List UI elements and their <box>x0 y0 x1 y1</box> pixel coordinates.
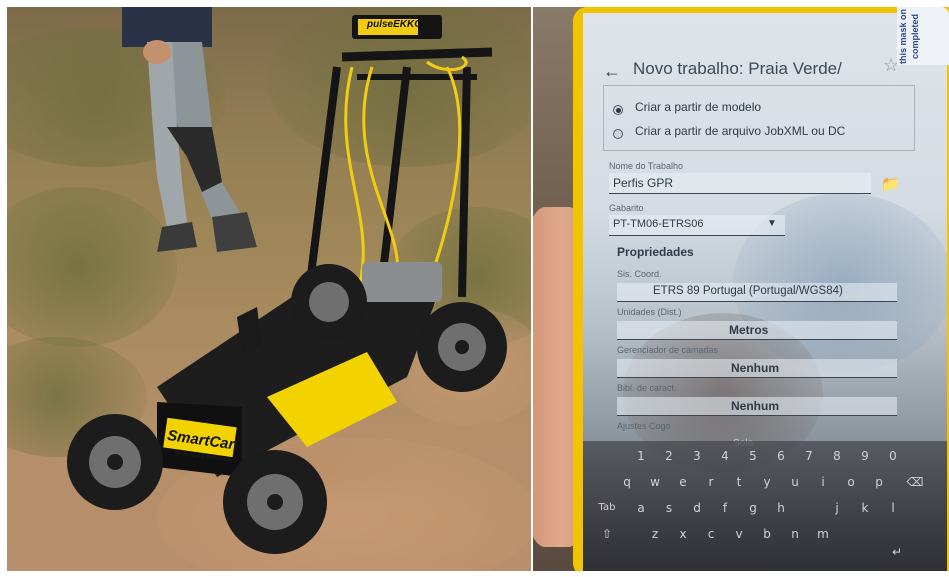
coord-sys-value: ETRS 89 Portugal (Portugal/WGS84) <box>653 285 843 297</box>
on-screen-keyboard: 1 2 3 4 5 6 7 8 9 0 q w e r t y u i o p … <box>583 441 947 571</box>
folder-add-icon[interactable]: 📁 <box>881 175 900 193</box>
radio-from-jobxml[interactable] <box>613 129 623 139</box>
chevron-down-icon: ▼ <box>767 218 777 229</box>
key[interactable]: i <box>809 471 837 493</box>
key[interactable]: v <box>725 523 753 545</box>
key[interactable]: k <box>851 497 879 519</box>
layers-label: Gerenciador de camadas <box>617 345 719 355</box>
key[interactable]: c <box>697 523 725 545</box>
back-arrow-icon[interactable]: ← <box>603 61 621 82</box>
key[interactable]: u <box>781 471 809 493</box>
key[interactable]: 1 <box>627 445 655 467</box>
template-label: Gabarito <box>609 203 644 213</box>
radio-from-template[interactable] <box>613 105 623 115</box>
feature-library-label: Bibl. de caract. <box>617 383 677 393</box>
key[interactable]: o <box>837 471 865 493</box>
template-select[interactable]: PT-TM06-ETRS06 ▼ <box>609 215 785 236</box>
key[interactable]: 3 <box>683 445 711 467</box>
key[interactable]: b <box>753 523 781 545</box>
units-field[interactable]: Metros <box>617 321 897 340</box>
key[interactable]: 4 <box>711 445 739 467</box>
units-label: Unidades (Dist.) <box>617 307 682 317</box>
key[interactable]: a <box>627 497 655 519</box>
key[interactable]: s <box>655 497 683 519</box>
key[interactable]: 8 <box>823 445 851 467</box>
layers-field[interactable]: Nenhum <box>617 359 897 378</box>
job-name-value: Perfis GPR <box>613 176 674 190</box>
key[interactable]: 6 <box>767 445 795 467</box>
mask-notice-badge: this mask on completed <box>897 7 949 65</box>
key[interactable]: j <box>823 497 851 519</box>
key[interactable]: z <box>641 523 669 545</box>
key[interactable]: f <box>711 497 739 519</box>
gpr-cart-photo: pulseEKKO SmartCart by Sensors & Softwar… <box>7 7 531 571</box>
backspace-icon[interactable]: ⌫ <box>901 471 929 493</box>
key[interactable]: l <box>879 497 907 519</box>
key[interactable]: t <box>725 471 753 493</box>
key[interactable]: m <box>809 523 837 545</box>
option-from-template-label[interactable]: Criar a partir de modelo <box>635 100 761 114</box>
device-screen: ← Novo trabalho: Praia Verde/ ☆ Criar a … <box>583 13 947 571</box>
pulseekko-logo-text: pulseEKKO <box>367 19 423 30</box>
key[interactable]: p <box>865 471 893 493</box>
job-name-label: Nome do Trabalho <box>609 161 684 171</box>
feature-library-value: Nenhum <box>731 399 779 413</box>
coord-sys-label: Sis. Coord. <box>617 269 662 279</box>
key[interactable]: y <box>753 471 781 493</box>
enter-icon[interactable]: ↵ <box>883 541 911 563</box>
key[interactable]: x <box>669 523 697 545</box>
key[interactable]: q <box>613 471 641 493</box>
shift-icon[interactable]: ⇧ <box>593 523 621 545</box>
key[interactable]: 2 <box>655 445 683 467</box>
tab-key[interactable]: Tab <box>593 497 621 519</box>
coord-sys-field[interactable]: ETRS 89 Portugal (Portugal/WGS84) <box>617 283 897 302</box>
cogo-settings-label: Ajustes Cogo <box>617 421 671 431</box>
key[interactable]: g <box>739 497 767 519</box>
key[interactable]: 7 <box>795 445 823 467</box>
layers-value: Nenhum <box>731 361 779 375</box>
key[interactable]: 0 <box>879 445 907 467</box>
key[interactable]: h <box>767 497 795 519</box>
key[interactable]: d <box>683 497 711 519</box>
key[interactable]: e <box>669 471 697 493</box>
key[interactable]: 9 <box>851 445 879 467</box>
job-name-field[interactable]: Perfis GPR <box>609 173 871 194</box>
key[interactable]: w <box>641 471 669 493</box>
handheld-controller-photo: ← Novo trabalho: Praia Verde/ ☆ Criar a … <box>533 7 949 571</box>
gpr-cart <box>67 15 507 554</box>
key[interactable]: 5 <box>739 445 767 467</box>
create-options-group <box>603 85 915 151</box>
option-from-jobxml-label[interactable]: Criar a partir de arquivo JobXML ou DC <box>635 124 845 138</box>
properties-heading: Propriedades <box>617 245 694 259</box>
key[interactable]: n <box>781 523 809 545</box>
template-value: PT-TM06-ETRS06 <box>613 218 704 230</box>
units-value: Metros <box>729 323 769 337</box>
page-title: Novo trabalho: Praia Verde/ <box>633 59 842 78</box>
feature-library-field[interactable]: Nenhum <box>617 397 897 416</box>
key[interactable]: r <box>697 471 725 493</box>
